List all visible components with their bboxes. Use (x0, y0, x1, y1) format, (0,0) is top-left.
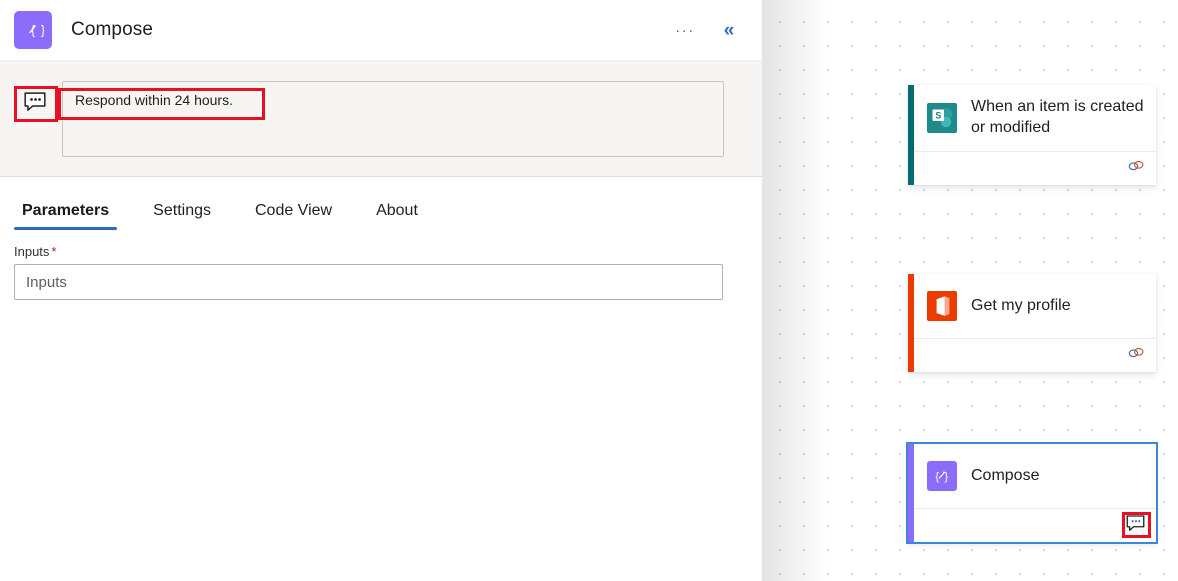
link-icon[interactable] (1127, 159, 1145, 178)
inputs-field[interactable]: Inputs (14, 264, 723, 300)
svg-text:{: { (935, 471, 939, 483)
link-icon[interactable] (1127, 346, 1145, 365)
compose-icon: { } (927, 461, 957, 491)
flow-canvas[interactable]: S When an item is created or modified Ge… (762, 0, 1178, 581)
parameters-form: Inputs * Inputs (0, 230, 762, 300)
action-details-pane: { } Compose ··· « (0, 0, 762, 581)
comment-icon[interactable] (1126, 514, 1145, 537)
svg-text:}: } (945, 471, 949, 483)
office365-icon (927, 291, 957, 321)
node-header-row: { } Compose (914, 444, 1156, 508)
tab-about[interactable]: About (368, 203, 426, 230)
node-body: { } Compose (914, 444, 1156, 542)
svg-text:}: } (41, 23, 44, 38)
sharepoint-icon: S (927, 102, 957, 133)
pane-header: { } Compose ··· « (0, 0, 762, 60)
compose-icon: { } (14, 11, 52, 49)
flow-graph: S When an item is created or modified Ge… (762, 0, 1178, 581)
node-body: S When an item is created or modified (914, 85, 1156, 185)
node-footer-row (914, 508, 1156, 542)
node-body: Get my profile (914, 274, 1156, 372)
more-options-button[interactable]: ··· (674, 18, 696, 42)
required-marker: * (51, 244, 57, 259)
flow-node-get-my-profile[interactable]: Get my profile (908, 274, 1156, 372)
pane-header-actions: ··· « (674, 18, 748, 42)
tab-code-view[interactable]: Code View (247, 203, 340, 230)
tab-parameters[interactable]: Parameters (14, 203, 118, 230)
node-title: Get my profile (971, 296, 1071, 314)
node-header-row: Get my profile (914, 274, 1156, 338)
inputs-label-text: Inputs (14, 244, 50, 259)
flow-node-when-an-item-is-created-or-modified[interactable]: S When an item is created or modified (908, 85, 1156, 185)
flow-node-compose[interactable]: { } Compose (906, 442, 1158, 544)
inputs-field-label: Inputs * (14, 244, 762, 259)
flow-designer: { } Compose ··· « (0, 0, 1178, 581)
collapse-panel-button[interactable]: « (718, 18, 740, 42)
node-header-row: S When an item is created or modified (914, 85, 1156, 151)
page-title: Compose (71, 19, 154, 40)
node-footer-row (914, 338, 1156, 372)
comment-icon[interactable] (12, 83, 58, 121)
comment-section: Respond within 24 hours. (0, 60, 762, 177)
node-title: Compose (971, 466, 1040, 484)
node-title: When an item is created or modified (971, 98, 1144, 136)
tab-settings[interactable]: Settings (145, 203, 219, 230)
svg-text:S: S (935, 110, 941, 120)
comment-text-input[interactable]: Respond within 24 hours. (62, 81, 724, 157)
node-footer-row (914, 150, 1156, 185)
detail-tabs: Parameters Settings Code View About (0, 177, 762, 230)
